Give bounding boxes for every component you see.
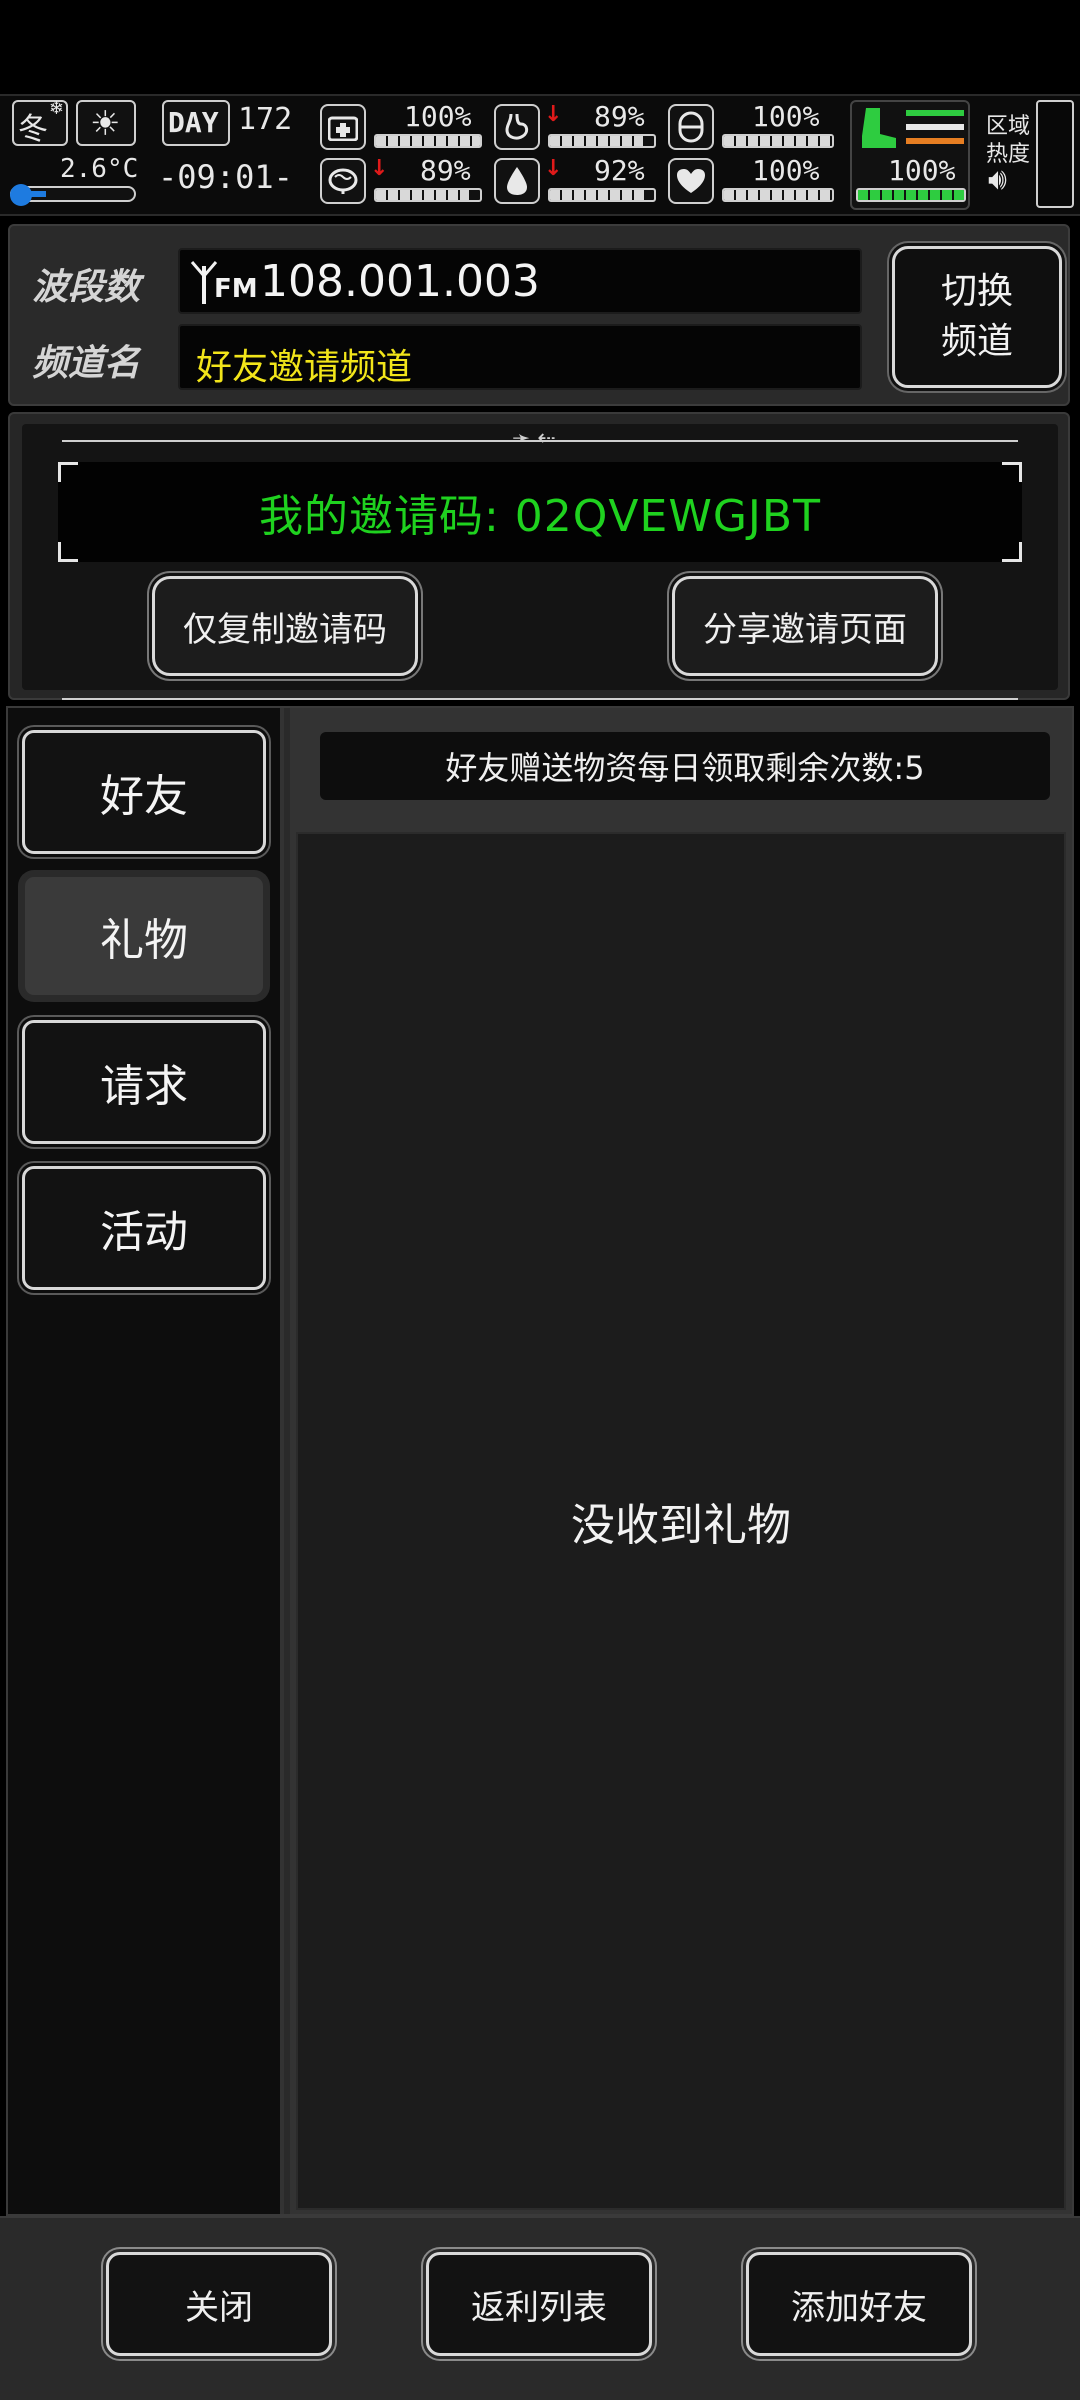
sun-icon: ☀ [90, 104, 121, 144]
main-area: 好友 礼物 请求 活动 好友赠送物资每日领取剩余次数:5 没收到礼物 [6, 706, 1074, 2216]
stomach-percent: 89% [594, 100, 645, 133]
region-heat-meter [1036, 100, 1074, 208]
heart-icon [668, 158, 714, 204]
stamina-percent: 100% [888, 154, 956, 187]
fm-label: FM [214, 274, 258, 304]
rebate-list-button[interactable]: 返利列表 [426, 2252, 652, 2356]
switch-channel-line-2: 频道 [940, 321, 1013, 362]
gift-content: 好友赠送物资每日领取剩余次数:5 没收到礼物 [290, 708, 1072, 2214]
water-bar-fill [550, 190, 646, 200]
day-box: DAY [162, 100, 230, 146]
stomach-bar [548, 134, 656, 148]
health-bar-fill [376, 136, 480, 146]
temperature-gauge [10, 184, 136, 206]
band-value: 108.001.003 [260, 256, 540, 307]
brain-alert-icon: ↓ [370, 156, 389, 181]
add-friend-button[interactable]: 添加好友 [746, 2252, 972, 2356]
season-box: 冬 ❄ [12, 98, 68, 147]
gift-list[interactable]: 没收到礼物 [296, 832, 1066, 2210]
tab-friends[interactable]: 好友 [22, 730, 266, 854]
stomach-alert-icon: ↓ [544, 102, 563, 127]
day-label: DAY [168, 106, 219, 139]
invite-code-text: 我的邀请码: 02QVEWGJBT [259, 491, 821, 542]
health-bar [374, 134, 482, 148]
water-drop-icon [494, 158, 540, 204]
heart-bar [722, 188, 834, 202]
sun-box: ☀ [76, 100, 136, 146]
water-percent: 92% [594, 154, 645, 187]
channel-label: 频道名 [32, 343, 141, 384]
invite-inner: ➛ ⇠ 我的邀请码: 02QVEWGJBT 仅复制邀请码 分享邀请页面 [22, 424, 1058, 700]
bottom-bar: 关闭 返利列表 添加好友 [0, 2216, 1080, 2400]
stomach-bar-fill [550, 136, 643, 146]
stamina-bar-fill [858, 190, 964, 200]
tab-gifts[interactable]: 礼物 [22, 874, 266, 998]
capsule-bar [722, 134, 834, 148]
snow-icon: ❄ [48, 98, 64, 119]
boot-icon [858, 106, 898, 150]
stomach-icon [494, 104, 540, 150]
capsule-bar-fill [724, 136, 832, 146]
switch-channel-button[interactable]: 切换 频道 [892, 246, 1062, 388]
channel-field: 好友邀请频道 [178, 324, 862, 390]
invite-code-box: 我的邀请码: 02QVEWGJBT [58, 462, 1022, 562]
temperature-text: 2.6°C [60, 154, 139, 184]
sidebar: 好友 礼物 请求 活动 [8, 708, 284, 2214]
brain-bar-fill [376, 190, 469, 200]
status-bar: 冬 ❄ ☀ 2.6°C DAY 172 -09:01- 100% ↓ 89% 1… [0, 94, 1080, 216]
health-percent: 100% [404, 100, 472, 133]
tab-events[interactable]: 活动 [22, 1166, 266, 1290]
top-divider-arrows-icon: ➛ ⇠ [512, 426, 556, 451]
brain-icon [320, 158, 366, 204]
medkit-icon [320, 104, 366, 150]
stamina-stripe-1 [906, 110, 964, 116]
capsule-icon [668, 104, 714, 150]
stamina-box: 100% [850, 100, 970, 210]
capsule-percent: 100% [752, 100, 820, 133]
brain-percent: 89% [420, 154, 471, 187]
switch-channel-line-1: 切换 [940, 271, 1013, 312]
time-text: -09:01- [158, 158, 293, 196]
heart-percent: 100% [752, 154, 820, 187]
season-text: 冬 [18, 112, 48, 147]
share-invite-page-button[interactable]: 分享邀请页面 [672, 576, 938, 676]
stamina-stripe-3 [906, 138, 964, 144]
invite-panel: ➛ ⇠ 我的邀请码: 02QVEWGJBT 仅复制邀请码 分享邀请页面 [8, 412, 1070, 700]
stamina-bar [856, 188, 966, 202]
speaker-icon[interactable]: 🔊︎ [988, 162, 1007, 197]
water-bar [548, 188, 656, 202]
close-button[interactable]: 关闭 [106, 2252, 332, 2356]
empty-gift-message: 没收到礼物 [571, 1500, 791, 1551]
daily-claim-counter: 好友赠送物资每日领取剩余次数:5 [320, 732, 1050, 800]
channel-value: 好友邀请频道 [196, 347, 413, 388]
tab-requests[interactable]: 请求 [22, 1020, 266, 1144]
radio-panel: 波段数 FM 108.001.003 频道名 好友邀请频道 切换 频道 [8, 224, 1070, 406]
band-label: 波段数 [32, 267, 141, 308]
water-alert-icon: ↓ [544, 156, 563, 181]
day-number: 172 [238, 102, 293, 137]
temperature-fill [26, 191, 46, 197]
heart-bar-fill [724, 190, 832, 200]
band-field: FM 108.001.003 [178, 248, 862, 314]
bottom-divider [62, 698, 1018, 700]
stamina-stripe-2 [906, 124, 964, 130]
copy-invite-code-button[interactable]: 仅复制邀请码 [152, 576, 418, 676]
brain-bar [374, 188, 482, 202]
